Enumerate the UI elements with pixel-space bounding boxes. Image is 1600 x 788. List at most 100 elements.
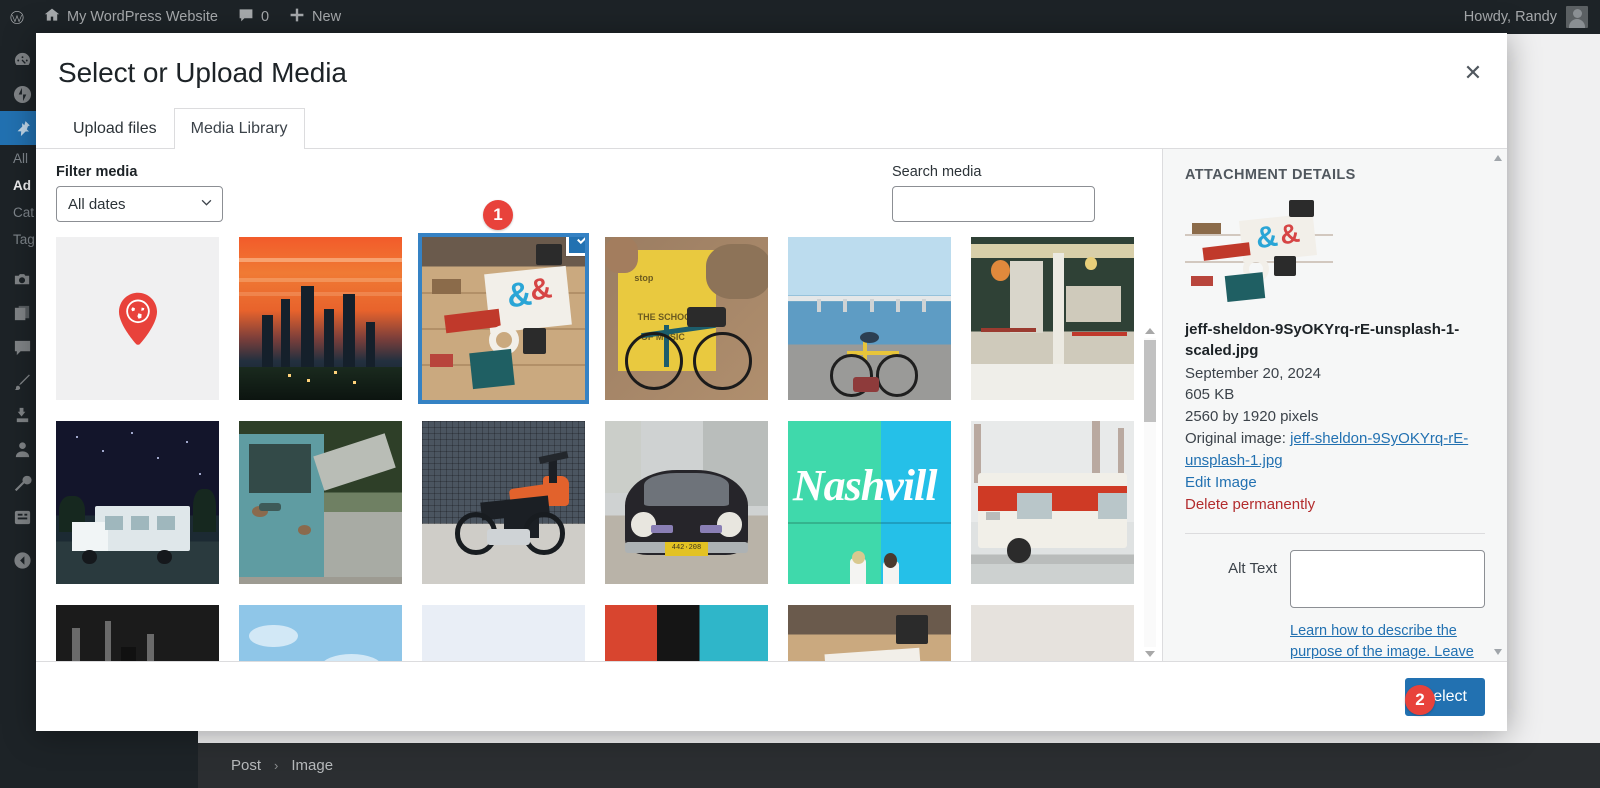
- pages-icon: [12, 303, 32, 323]
- media-item-city-sunset-skyline[interactable]: [239, 237, 402, 400]
- pin-posts-icon: [12, 118, 32, 138]
- map-pin-globe-icon: [56, 237, 219, 400]
- step-badge-2: 2: [1405, 685, 1435, 715]
- classic-car-artwork: 442·208: [605, 421, 768, 584]
- media-toolbar: Filter media All dates Search media: [36, 149, 1162, 232]
- attachment-filename: jeff-sheldon-9SyOKYrq-rE-unsplash-1-scal…: [1185, 321, 1460, 360]
- plus-icon: [289, 7, 305, 27]
- media-item-pale-minimal-object[interactable]: [422, 605, 585, 661]
- search-input[interactable]: [892, 186, 1095, 222]
- breadcrumb-separator-icon: ›: [274, 758, 279, 773]
- filter-media-label: Filter media: [56, 164, 138, 180]
- breadcrumb-parent[interactable]: Post: [231, 757, 261, 774]
- new-label: New: [312, 9, 342, 25]
- bicycle-yellow-wall-artwork: stop THE SCHOOL OF MUSIC: [605, 237, 768, 400]
- comments-icon: [12, 337, 32, 357]
- desk-flatlay-duplicate-artwork: & &: [788, 605, 951, 661]
- nashville-mural-artwork: Nashvill: [788, 421, 951, 584]
- bridge-waterfront-artwork: [788, 237, 951, 400]
- attachment-date: September 20, 2024: [1185, 364, 1321, 382]
- modal-body: Filter media All dates Search media & & …: [36, 149, 1507, 661]
- site-name-menu[interactable]: My WordPress Website: [34, 0, 228, 34]
- sidebar-subitem-categories-label: Cat: [13, 205, 35, 220]
- tab-upload-files[interactable]: Upload files: [56, 108, 174, 149]
- original-image-label: Original image:: [1185, 430, 1286, 448]
- media-item-nashville-mural-wall[interactable]: Nashvill: [788, 421, 951, 584]
- alt-text-row: Alt Text Learn how to describe the purpo…: [1185, 549, 1485, 661]
- selected-checkmark-badge[interactable]: [566, 237, 585, 256]
- motorcycle-sky-artwork: [239, 605, 402, 661]
- account-menu[interactable]: Howdy, Randy: [1464, 6, 1600, 28]
- edit-image-link[interactable]: Edit Image: [1185, 472, 1485, 494]
- scroll-down-arrow-icon[interactable]: [1145, 651, 1155, 657]
- close-x-icon[interactable]: ✕: [1453, 53, 1493, 93]
- pale-minimal-artwork: [422, 605, 585, 661]
- date-filter-select[interactable]: All dates: [56, 186, 223, 222]
- admin-bar: My WordPress Website 0 New Howdy, Randy: [0, 0, 1600, 34]
- media-modal: Select or Upload Media ✕ Upload files Me…: [36, 33, 1507, 731]
- scrollbar-thumb[interactable]: [1144, 340, 1156, 422]
- media-grid: & & stop THE SCHOOL MUSIC 442·208 Nashvi…: [56, 232, 1162, 661]
- media-item-cafe-storefront-bicycles[interactable]: [971, 237, 1134, 400]
- details-scroll-down-arrow-icon[interactable]: [1494, 649, 1502, 655]
- media-item-yellow-car-blue-door[interactable]: [605, 605, 768, 661]
- media-item-bicycle-bridge-waterfront[interactable]: [788, 237, 951, 400]
- attachment-filesize: 605 KB: [1185, 386, 1235, 404]
- avatar: [1566, 6, 1588, 28]
- alt-help-line1[interactable]: Learn how to describe the: [1290, 623, 1457, 639]
- media-item-desk-flatlay-duplicate[interactable]: & &: [788, 605, 951, 661]
- new-content-menu[interactable]: New: [279, 0, 351, 34]
- alt-text-help[interactable]: Learn how to describe the purpose of the…: [1290, 621, 1485, 661]
- sidebar-subitem-all-label: All: [13, 151, 29, 166]
- search-media-group: Search media: [892, 164, 1095, 222]
- search-media-label: Search media: [892, 164, 982, 180]
- media-browser-pane: Filter media All dates Search media & & …: [36, 149, 1162, 661]
- media-item-bicycle-yellow-wall[interactable]: stop THE SCHOOL OF MUSIC: [605, 237, 768, 400]
- media-grid-scrollbar[interactable]: [1142, 324, 1157, 661]
- alt-text-label: Alt Text: [1228, 559, 1277, 577]
- comments-count: 0: [260, 9, 270, 25]
- site-name-label: My WordPress Website: [67, 9, 218, 25]
- details-scroll-up-arrow-icon[interactable]: [1494, 155, 1502, 161]
- glass-bowl-artwork: [971, 605, 1134, 661]
- details-divider: [1185, 532, 1485, 534]
- media-item-campervan-night-sky[interactable]: [56, 421, 219, 584]
- media-item-red-white-vintage-rv[interactable]: [971, 421, 1134, 584]
- media-item-blackwhite-street-bike[interactable]: [56, 605, 219, 661]
- scroll-up-arrow-icon[interactable]: [1145, 328, 1155, 334]
- media-item-glass-bowl-neutral[interactable]: [971, 605, 1134, 661]
- page-title: Select or Upload Media: [58, 57, 347, 88]
- desk-flatlay-artwork: & &: [422, 237, 585, 400]
- campervan-night-artwork: [56, 421, 219, 584]
- wordpress-logo-icon[interactable]: [0, 0, 34, 34]
- alt-text-input[interactable]: [1290, 549, 1485, 608]
- media-item-karmann-ghia-classic-car[interactable]: 442·208: [605, 421, 768, 584]
- cafe-storefront-artwork: [971, 237, 1134, 400]
- tab-media-library[interactable]: Media Library: [173, 108, 305, 149]
- media-grid-scroll-area[interactable]: & & stop THE SCHOOL MUSIC 442·208 Nashvi…: [36, 232, 1162, 661]
- comments-menu[interactable]: 0: [228, 0, 279, 34]
- media-item-vintage-truck-open-hood[interactable]: [239, 421, 402, 584]
- modal-header: Select or Upload Media ✕ Upload files Me…: [36, 33, 1507, 149]
- media-item-motorcycle-against-sky[interactable]: [239, 605, 402, 661]
- yellow-car-artwork: [605, 605, 768, 661]
- attachment-thumbnail[interactable]: & &: [1185, 197, 1333, 307]
- sidebar-subitem-add-label: Ad: [13, 178, 31, 193]
- breadcrumb: Post › Image: [198, 743, 1600, 788]
- media-item-map-pin-placeholder[interactable]: [56, 237, 219, 400]
- delete-permanently-link[interactable]: Delete permanently: [1185, 494, 1485, 516]
- step-badge-1: 1: [483, 200, 513, 230]
- electric-motorcycle-artwork: [422, 421, 585, 584]
- alt-help-line2[interactable]: purpose of the image. Leave: [1290, 644, 1474, 660]
- sidebar-subitem-tags-label: Tag: [13, 232, 35, 247]
- appearance-brush-icon: [12, 371, 32, 391]
- blackwhite-street-artwork: [56, 605, 219, 661]
- media-item-desk-flatlay-ampersand[interactable]: & &: [418, 233, 589, 404]
- howdy-label: Howdy, Randy: [1463, 9, 1557, 25]
- dashboard-icon: [12, 50, 32, 70]
- users-icon: [12, 439, 32, 459]
- tools-wrench-icon: [12, 473, 32, 493]
- attachment-details-heading: ATTACHMENT DETAILS: [1185, 167, 1356, 183]
- details-scrollbar[interactable]: [1491, 149, 1505, 661]
- media-item-orange-electric-motorcycle[interactable]: [422, 421, 585, 584]
